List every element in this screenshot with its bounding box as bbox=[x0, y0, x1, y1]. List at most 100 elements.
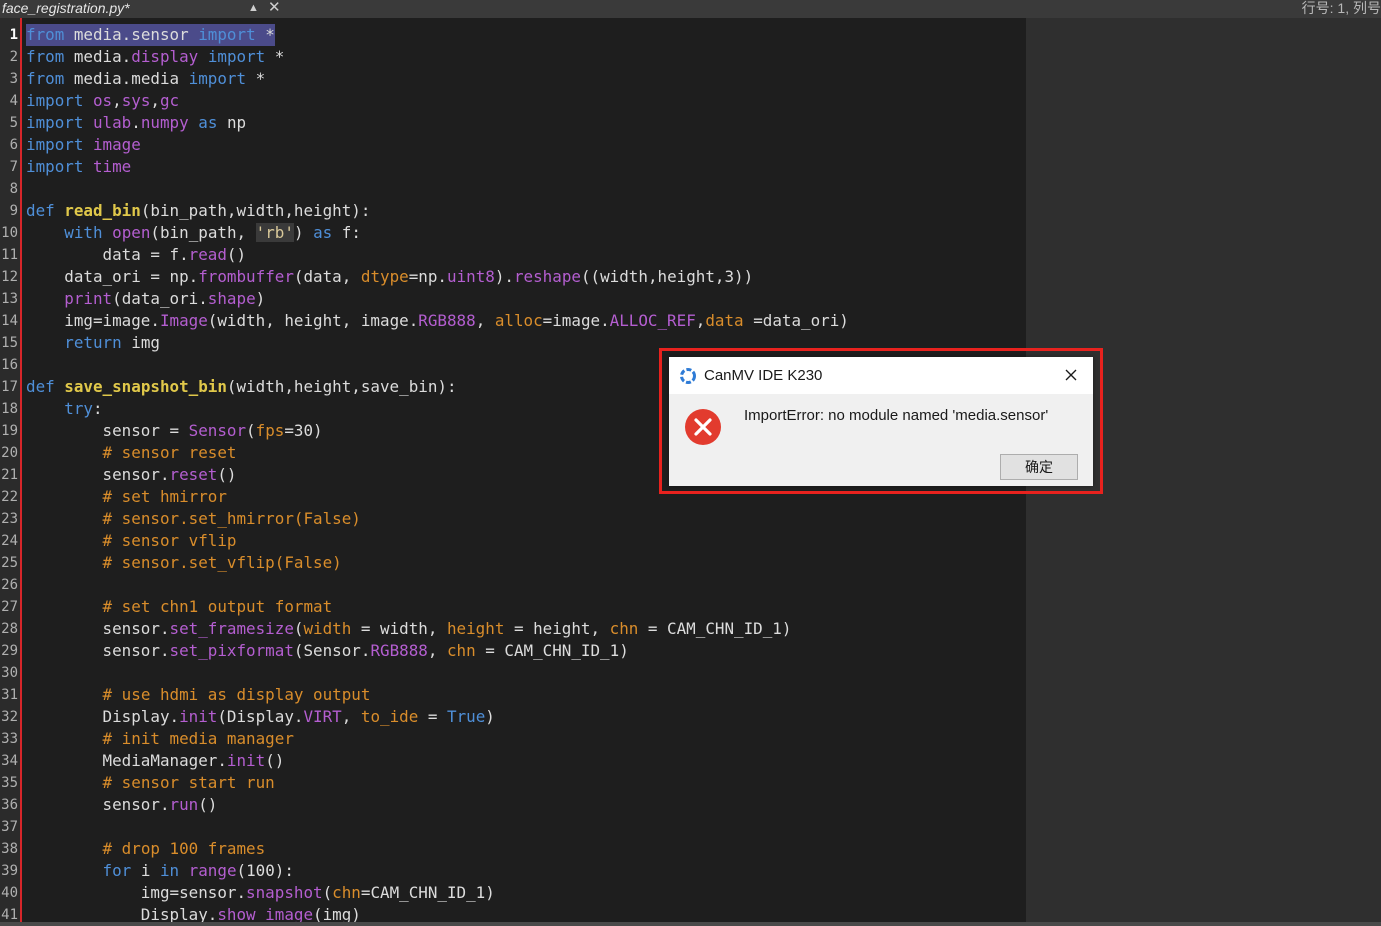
code-line[interactable]: # sensor.set_hmirror(False) bbox=[26, 508, 361, 530]
code-token: # set hmirror bbox=[102, 487, 227, 506]
code-token: time bbox=[92, 157, 132, 176]
code-token: height bbox=[446, 619, 505, 638]
code-line[interactable]: # sensor vflip bbox=[26, 530, 237, 552]
code-token: alloc bbox=[494, 311, 543, 330]
code-token: fps bbox=[255, 421, 285, 440]
tab-file-name[interactable]: face_registration.py* bbox=[2, 0, 130, 17]
code-token: with bbox=[64, 223, 103, 242]
code-line[interactable]: with open(bin_path, 'rb') as f: bbox=[26, 222, 361, 244]
code-token: print bbox=[64, 289, 113, 308]
code-token: # sensor.set_hmirror(False) bbox=[102, 509, 361, 528]
code-line[interactable]: MediaManager.init() bbox=[26, 750, 285, 772]
code-line[interactable]: sensor = Sensor(fps=30) bbox=[26, 420, 323, 442]
dialog-message: ImportError: no module named 'media.sens… bbox=[744, 407, 1049, 424]
code-token: from bbox=[26, 47, 65, 66]
code-token: dtype bbox=[360, 267, 409, 286]
code-token: chn bbox=[332, 883, 361, 902]
line-number: 35 bbox=[1, 775, 18, 791]
code-token: (data, bbox=[293, 267, 361, 286]
line-number: 36 bbox=[1, 797, 18, 813]
code-token: data bbox=[705, 311, 744, 330]
code-token: os bbox=[92, 91, 113, 110]
code-token: init bbox=[226, 751, 266, 770]
line-number: 16 bbox=[1, 357, 18, 373]
line-number: 19 bbox=[1, 423, 18, 439]
up-down-arrows-icon[interactable]: ▲ bbox=[248, 0, 259, 16]
code-line[interactable]: from media.sensor import * bbox=[26, 24, 275, 46]
code-line[interactable]: # sensor reset bbox=[26, 442, 237, 464]
code-line[interactable]: # drop 100 frames bbox=[26, 838, 266, 860]
code-line[interactable]: import image bbox=[26, 134, 141, 156]
close-icon[interactable]: ✕ bbox=[268, 0, 281, 17]
code-line[interactable]: for i in range(100): bbox=[26, 860, 294, 882]
line-number: 31 bbox=[1, 687, 18, 703]
code-line[interactable]: print(data_ori.shape) bbox=[26, 288, 265, 310]
code-line[interactable]: try: bbox=[26, 398, 102, 420]
code-line[interactable]: from media.display import * bbox=[26, 46, 284, 68]
code-token: = height, bbox=[504, 619, 610, 638]
code-token: () bbox=[226, 245, 247, 264]
code-token: ) bbox=[255, 289, 266, 308]
code-line[interactable]: from media.media import * bbox=[26, 68, 265, 90]
horizontal-scrollbar[interactable] bbox=[0, 922, 1381, 926]
code-line[interactable]: import time bbox=[26, 156, 131, 178]
close-icon[interactable] bbox=[1059, 363, 1083, 387]
code-line[interactable]: # sensor.set_vflip(False) bbox=[26, 552, 342, 574]
code-line[interactable]: sensor.reset() bbox=[26, 464, 237, 486]
code-line[interactable]: return img bbox=[26, 332, 160, 354]
code-line[interactable]: Display.init(Display.VIRT, to_ide = True… bbox=[26, 706, 495, 728]
code-line[interactable]: sensor.set_framesize(width = width, heig… bbox=[26, 618, 792, 640]
code-line[interactable]: sensor.run() bbox=[26, 794, 218, 816]
code-line[interactable]: # sensor start run bbox=[26, 772, 275, 794]
code-line[interactable]: Display.show_image(img) bbox=[26, 904, 361, 922]
code-token: ) bbox=[485, 707, 495, 726]
code-token: ALLOC_REF bbox=[609, 311, 696, 330]
line-number: 12 bbox=[1, 269, 18, 285]
code-token: set_pixformat bbox=[169, 641, 294, 660]
code-token: width bbox=[303, 619, 352, 638]
code-token: # drop 100 frames bbox=[102, 839, 266, 858]
ok-button[interactable]: 确定 bbox=[1000, 454, 1078, 480]
code-token: read bbox=[188, 245, 227, 264]
line-number: 11 bbox=[1, 247, 18, 263]
cursor-position-label: 行号: 1, 列号 bbox=[1301, 0, 1381, 16]
code-line[interactable]: def read_bin(bin_path,width,height): bbox=[26, 200, 370, 222]
code-line[interactable]: # init media manager bbox=[26, 728, 294, 750]
code-token: , bbox=[695, 311, 706, 330]
line-number: 37 bbox=[1, 819, 18, 835]
code-token: =CAM_CHN_ID_1) bbox=[360, 883, 495, 902]
code-token: chn bbox=[446, 641, 476, 660]
code-line[interactable]: # set hmirror bbox=[26, 486, 227, 508]
code-token: save_snapshot_bin bbox=[64, 377, 227, 396]
editor-tab-bar: face_registration.py* ▲ ✕ 行号: 1, 列号 bbox=[0, 0, 1381, 18]
code-line[interactable]: data_ori = np.frombuffer(data, dtype=np.… bbox=[26, 266, 753, 288]
code-token: = width, bbox=[351, 619, 447, 638]
code-token: Sensor bbox=[188, 421, 247, 440]
code-token: init bbox=[179, 707, 218, 726]
code-token: = CAM_CHN_ID_1) bbox=[638, 619, 792, 638]
code-line[interactable]: img=sensor.snapshot(chn=CAM_CHN_ID_1) bbox=[26, 882, 495, 904]
line-number: 3 bbox=[9, 71, 18, 87]
dialog-title: CanMV IDE K230 bbox=[704, 367, 823, 384]
code-token: reshape bbox=[513, 267, 581, 286]
code-token: (Sensor. bbox=[293, 641, 371, 660]
code-token: try bbox=[64, 399, 93, 418]
code-line[interactable]: import os,sys,gc bbox=[26, 90, 179, 112]
code-token: numpy bbox=[140, 113, 189, 132]
code-line[interactable]: sensor.set_pixformat(Sensor.RGB888, chn … bbox=[26, 640, 629, 662]
code-token: data_ori = np. bbox=[26, 267, 199, 286]
code-line[interactable]: def save_snapshot_bin(width,height,save_… bbox=[26, 376, 457, 398]
code-token: import bbox=[26, 91, 84, 110]
code-line[interactable]: import ulab.numpy as np bbox=[26, 112, 246, 134]
code-line[interactable]: # use hdmi as display output bbox=[26, 684, 371, 706]
code-line[interactable]: img=image.Image(width, height, image.RGB… bbox=[26, 310, 849, 332]
code-line[interactable]: # set chn1 output format bbox=[26, 596, 333, 618]
code-line[interactable]: data = f.read() bbox=[26, 244, 247, 266]
